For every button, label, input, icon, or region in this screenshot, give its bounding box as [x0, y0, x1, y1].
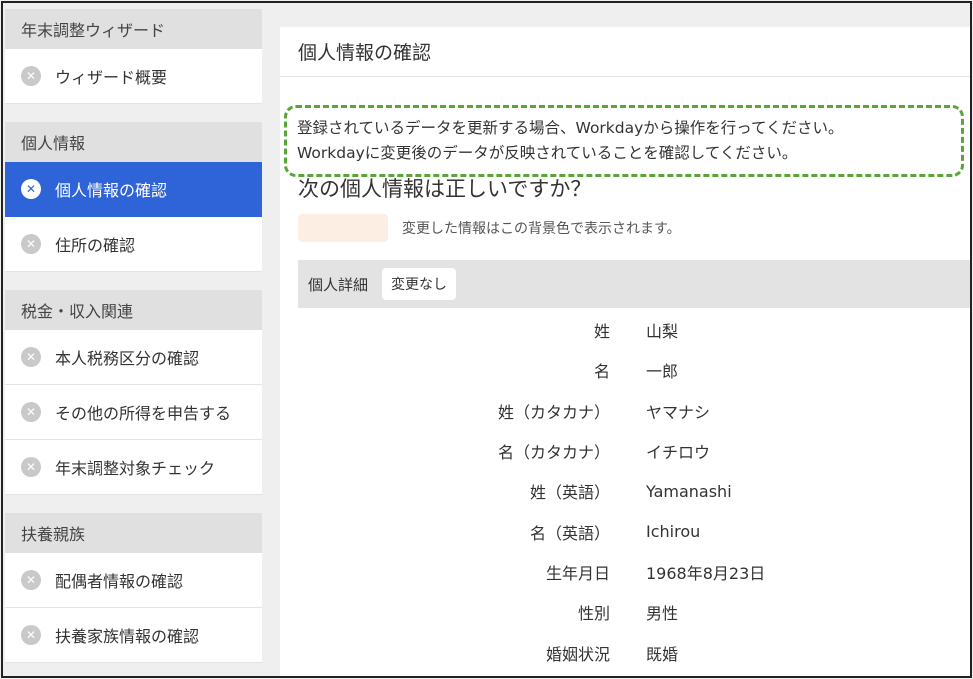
sidebar-item-address[interactable]: ✕ 住所の確認: [5, 217, 262, 272]
row-label: 名: [593, 362, 610, 382]
notice-line-2: Workdayに変更後のデータが反映されていることを確認してください。: [297, 144, 798, 162]
row-label: 姓（カタカナ）: [497, 402, 610, 422]
detail-row-last-name-en: 姓（英語） Yamanashi: [298, 471, 970, 511]
personal-detail-header: 個人詳細 変更なし: [298, 260, 970, 308]
section-divider: [5, 495, 262, 513]
x-circle-icon: ✕: [21, 179, 41, 199]
sidebar-item-other-income[interactable]: ✕ その他の所得を申告する: [5, 385, 262, 440]
section-header-tax: 税金・収入関連: [5, 290, 262, 330]
section-header-personal: 個人情報: [5, 122, 262, 162]
x-circle-icon: ✕: [21, 234, 41, 254]
detail-row-last-name: 姓 山梨: [298, 310, 970, 350]
sidebar-item-label: 配偶者情報の確認: [55, 572, 184, 591]
sidebar-item-spouse-info[interactable]: ✕ 配偶者情報の確認: [5, 553, 262, 608]
row-label: 姓（英語）: [529, 483, 610, 503]
detail-row-first-name-en: 名（英語） Ichirou: [298, 511, 970, 551]
page-title: 個人情報の確認: [280, 27, 970, 77]
row-label: 生年月日: [545, 563, 610, 583]
row-value: Ichirou: [646, 522, 701, 542]
x-circle-icon: ✕: [21, 66, 41, 86]
changed-color-swatch: [298, 214, 388, 242]
detail-row-first-name: 名 一郎: [298, 350, 970, 390]
app-frame: 年末調整ウィザード ✕ ウィザード概要 個人情報 ✕ 個人情報の確認 ✕ 住所の…: [1, 1, 972, 678]
row-value: 一郎: [646, 362, 679, 382]
legend-text: 変更した情報はこの背景色で表示されます。: [402, 221, 681, 237]
row-label: 姓: [593, 322, 610, 342]
sidebar-item-label: 年末調整対象チェック: [55, 459, 216, 478]
detail-title: 個人詳細: [308, 275, 369, 294]
row-label: 名（英語）: [529, 523, 610, 543]
detail-row-first-name-kana: 名（カタカナ） イチロウ: [298, 431, 970, 471]
row-value: 既婚: [646, 644, 679, 664]
section-header-wizard: 年末調整ウィザード: [5, 9, 262, 49]
sidebar-item-label: 個人情報の確認: [55, 181, 168, 200]
detail-row-birthdate: 生年月日 1968年8月23日: [298, 552, 970, 592]
personal-detail-list: 姓 山梨 名 一郎 姓（カタカナ） ヤマナシ 名（カタカナ） イチロウ 姓（英語…: [298, 310, 970, 673]
sidebar-item-personal-info[interactable]: ✕ 個人情報の確認: [5, 162, 262, 217]
sidebar-item-label: ウィザード概要: [55, 68, 168, 87]
detail-row-marital-status: 婚姻状況 既婚: [298, 632, 970, 672]
sidebar: 年末調整ウィザード ✕ ウィザード概要 個人情報 ✕ 個人情報の確認 ✕ 住所の…: [5, 9, 262, 676]
change-legend: 変更した情報はこの背景色で表示されます。: [298, 214, 681, 242]
status-badge: 変更なし: [382, 268, 457, 300]
section-divider: [5, 104, 262, 122]
x-circle-icon: ✕: [21, 570, 41, 590]
row-label: 婚姻状況: [545, 644, 610, 664]
sidebar-item-wizard-overview[interactable]: ✕ ウィザード概要: [5, 49, 262, 104]
row-value: 山梨: [646, 322, 679, 342]
sidebar-item-label: 本人税務区分の確認: [55, 349, 200, 368]
x-circle-icon: ✕: [21, 625, 41, 645]
row-label: 性別: [577, 604, 610, 624]
row-value: ヤマナシ: [646, 402, 711, 422]
confirmation-question: 次の個人情報は正しいですか？: [298, 177, 592, 201]
update-notice: 登録されているデータを更新する場合、Workdayから操作を行ってください。 W…: [284, 105, 964, 177]
detail-row-last-name-kana: 姓（カタカナ） ヤマナシ: [298, 391, 970, 431]
row-value: 1968年8月23日: [646, 563, 766, 583]
row-value: Yamanashi: [646, 481, 732, 501]
main-panel: 個人情報の確認 登録されているデータを更新する場合、Workdayから操作を行っ…: [280, 27, 970, 676]
sidebar-item-year-end-check[interactable]: ✕ 年末調整対象チェック: [5, 440, 262, 495]
sidebar-item-label: 住所の確認: [55, 236, 136, 255]
section-divider: [5, 272, 262, 290]
sidebar-item-label: 扶養家族情報の確認: [55, 627, 200, 646]
detail-row-gender: 性別 男性: [298, 592, 970, 632]
sidebar-item-dependents-info[interactable]: ✕ 扶養家族情報の確認: [5, 608, 262, 663]
section-header-dependents: 扶養親族: [5, 513, 262, 553]
row-label: 名（カタカナ）: [497, 443, 610, 463]
x-circle-icon: ✕: [21, 457, 41, 477]
row-value: イチロウ: [646, 443, 711, 463]
x-circle-icon: ✕: [21, 347, 41, 367]
sidebar-item-tax-category[interactable]: ✕ 本人税務区分の確認: [5, 330, 262, 385]
sidebar-item-label: その他の所得を申告する: [55, 404, 232, 423]
x-circle-icon: ✕: [21, 402, 41, 422]
row-value: 男性: [646, 604, 679, 624]
notice-line-1: 登録されているデータを更新する場合、Workdayから操作を行ってください。: [297, 119, 844, 137]
